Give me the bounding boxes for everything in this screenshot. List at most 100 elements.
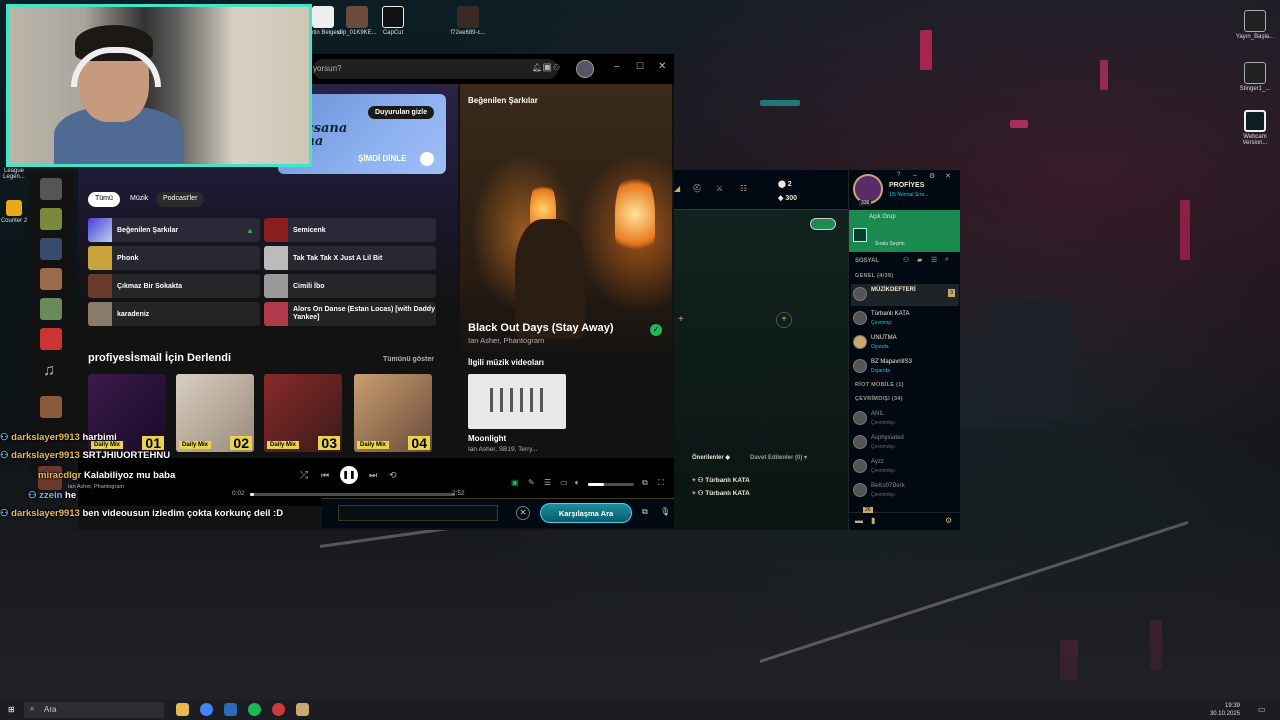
find-match-button[interactable]: Karşılaşma Ara [540,503,632,523]
next-icon[interactable]: ⏭ [369,470,377,481]
tile-phonk[interactable]: Phonk [88,246,260,270]
invite-row[interactable]: + ⚇ Türbanlı KATA [692,489,750,497]
repeat-icon[interactable]: ⟲ [389,470,397,481]
spotify-icon[interactable] [248,703,261,716]
league-icon[interactable] [296,703,309,716]
library-item[interactable] [40,298,62,320]
lobby-chat-input[interactable] [338,505,498,521]
friend-row[interactable]: UNUTMA Oyunda [851,332,959,354]
notification-center-icon[interactable]: ▭ [1258,705,1266,714]
track-artists[interactable]: Ian Asher, Phantogram [468,336,544,345]
music-note-icon[interactable]: ♫ [43,362,55,380]
group-general[interactable]: GENEL (4/39) [855,273,893,279]
settings-icon[interactable]: ⚙ [945,516,952,525]
library-item[interactable] [40,178,62,200]
hide-announcement-button[interactable]: Duyurulan gizle [368,106,435,119]
party-card[interactable]: Açık Grup Sırala Seçimi [849,210,960,252]
obs-icon[interactable] [272,703,285,716]
friend-row[interactable]: ANIL Çevrimdışı [851,408,959,430]
minimize-lobby-icon[interactable]: ⧉ [642,507,648,517]
search-icon[interactable]: ⌕ [945,256,949,264]
list-icon[interactable]: ☰ [931,256,937,264]
desktop-icon-league[interactable]: League Legen... [0,168,28,180]
tile-karadeniz[interactable]: karadeniz [88,302,260,326]
group-offline[interactable]: ÇEVRİMDIŞI (34) [855,396,903,402]
friend-row[interactable]: BZ MapavrilIS3 Dışarıda [851,356,959,378]
tile-taktaktak[interactable]: Tak Tak Tak X Just A Lil Bit [264,246,436,270]
devices-icon[interactable]: ▭ [560,478,568,487]
chip-podcasts[interactable]: Podcast'ler [156,192,205,207]
app-icon[interactable] [224,703,237,716]
previous-icon[interactable]: ⏮ [321,470,329,481]
group-mobile[interactable]: RİOT MOBİLE (1) [855,382,904,388]
lyrics-icon[interactable]: ✎ [528,478,535,487]
minimize-icon[interactable]: – [614,61,620,72]
liked-check-icon[interactable]: ✓ [650,324,662,336]
store-icon[interactable]: ☷ [740,184,747,193]
desktop-icon-stream-start[interactable]: Yayın_Başla... [1232,10,1278,40]
now-playing-view-icon[interactable]: ▣ [511,478,519,487]
tile-cikmaz[interactable]: Çıkmaz Bir Sokakta [88,274,260,298]
volume-slider[interactable] [588,483,634,486]
notifications-icon[interactable]: ▮ [871,516,875,525]
desktop-icon-stinger[interactable]: Stinger1_... [1232,62,1278,92]
settings-icon[interactable]: ⚙ [929,172,935,180]
chip-all[interactable]: Tümü [88,192,120,207]
tile-liked-songs[interactable]: Beğenilen Şarkılar ▲ [88,218,260,242]
friend-row[interactable]: Türbanlı KATA Çevrimiçi [851,308,959,330]
daily-mix-card[interactable]: Daily Mix 04 [354,374,432,452]
loot-icon[interactable]: ⚔ [716,184,723,193]
chrome-icon[interactable] [200,703,213,716]
bell-icon[interactable]: 🔔︎ [532,63,542,72]
taskbar-search[interactable]: ⌕ Ara [24,702,164,718]
chat-icon[interactable]: ▬ [855,516,863,525]
add-friend-icon[interactable]: ⚇ [903,256,909,264]
miniplayer-icon[interactable]: ⧉ [642,478,648,488]
maximize-icon[interactable]: ☐ [636,61,644,72]
friends-icon[interactable]: ⚇ [553,63,560,72]
tile-cimili-ibo[interactable]: Cimili İbo [264,274,436,298]
browse-icon[interactable]: ▣ [543,62,552,73]
desktop-icon-capcut[interactable]: CapCut [370,6,416,36]
folder-icon[interactable]: ▰ [917,256,922,264]
track-title[interactable]: Black Out Days (Stay Away) [468,322,614,334]
daily-mix-card[interactable]: Daily Mix 02 [176,374,254,452]
desktop-icon-webcam[interactable]: Webcam Version... [1232,110,1278,146]
daily-mix-card[interactable]: Daily Mix 03 [264,374,342,452]
collection-icon[interactable]: ⛑ [692,184,702,193]
queue-icon[interactable]: ☰ [544,478,551,487]
library-item[interactable] [40,238,62,260]
clock[interactable]: 19:39 30.10.2025 [1210,702,1240,718]
close-icon[interactable]: ✕ [658,61,666,72]
show-all-link[interactable]: Tümünü göster [383,356,434,363]
library-item[interactable] [40,328,62,350]
playback-progress[interactable] [250,493,455,496]
mic-icon[interactable]: 🎙︎ [660,507,670,516]
avatar[interactable] [576,60,594,78]
close-icon[interactable]: ✕ [945,172,951,180]
cancel-icon[interactable]: ✕ [516,506,530,520]
friend-row[interactable]: BeKo07Berk Çevrimdışı [851,480,959,502]
friend-row[interactable]: Ayzz Çevrimdışı [851,456,959,478]
nav-icon[interactable]: ◢ [674,184,680,193]
tile-alors-on-danse[interactable]: Alors On Danse (Estan Locas) [with Daddy… [264,302,436,326]
profile-name[interactable]: PROFİYES [889,182,924,189]
party-toggle[interactable] [810,218,836,230]
invite-row[interactable]: + ⚇ Türbanlı KATA [692,476,750,484]
file-explorer-icon[interactable] [176,703,189,716]
add-player-icon[interactable]: + [776,312,792,328]
pause-button[interactable]: ❚❚ [340,466,358,484]
help-icon[interactable]: ? [897,172,900,178]
chip-music[interactable]: Müzik [123,192,155,207]
library-item[interactable] [40,268,62,290]
desktop-icon-image[interactable]: f72ee689-c... [445,6,491,36]
shuffle-icon[interactable]: ⤮ [300,470,308,481]
desktop-icon-counter[interactable]: Counter 2 [0,200,28,224]
add-player-icon[interactable]: + [678,314,684,325]
tab-invited[interactable]: Davet Edilenler (0) ▾ [750,454,807,461]
minimize-icon[interactable]: – [913,172,917,179]
volume-icon[interactable]: 🔈︎ [575,478,580,488]
listen-now-link[interactable]: ŞİMDİ DİNLE [358,154,406,163]
friend-row[interactable]: MÜZİKDEFTERİ 3 [851,284,959,306]
friend-row[interactable]: Asphyxiated Çevrimdışı [851,432,959,454]
